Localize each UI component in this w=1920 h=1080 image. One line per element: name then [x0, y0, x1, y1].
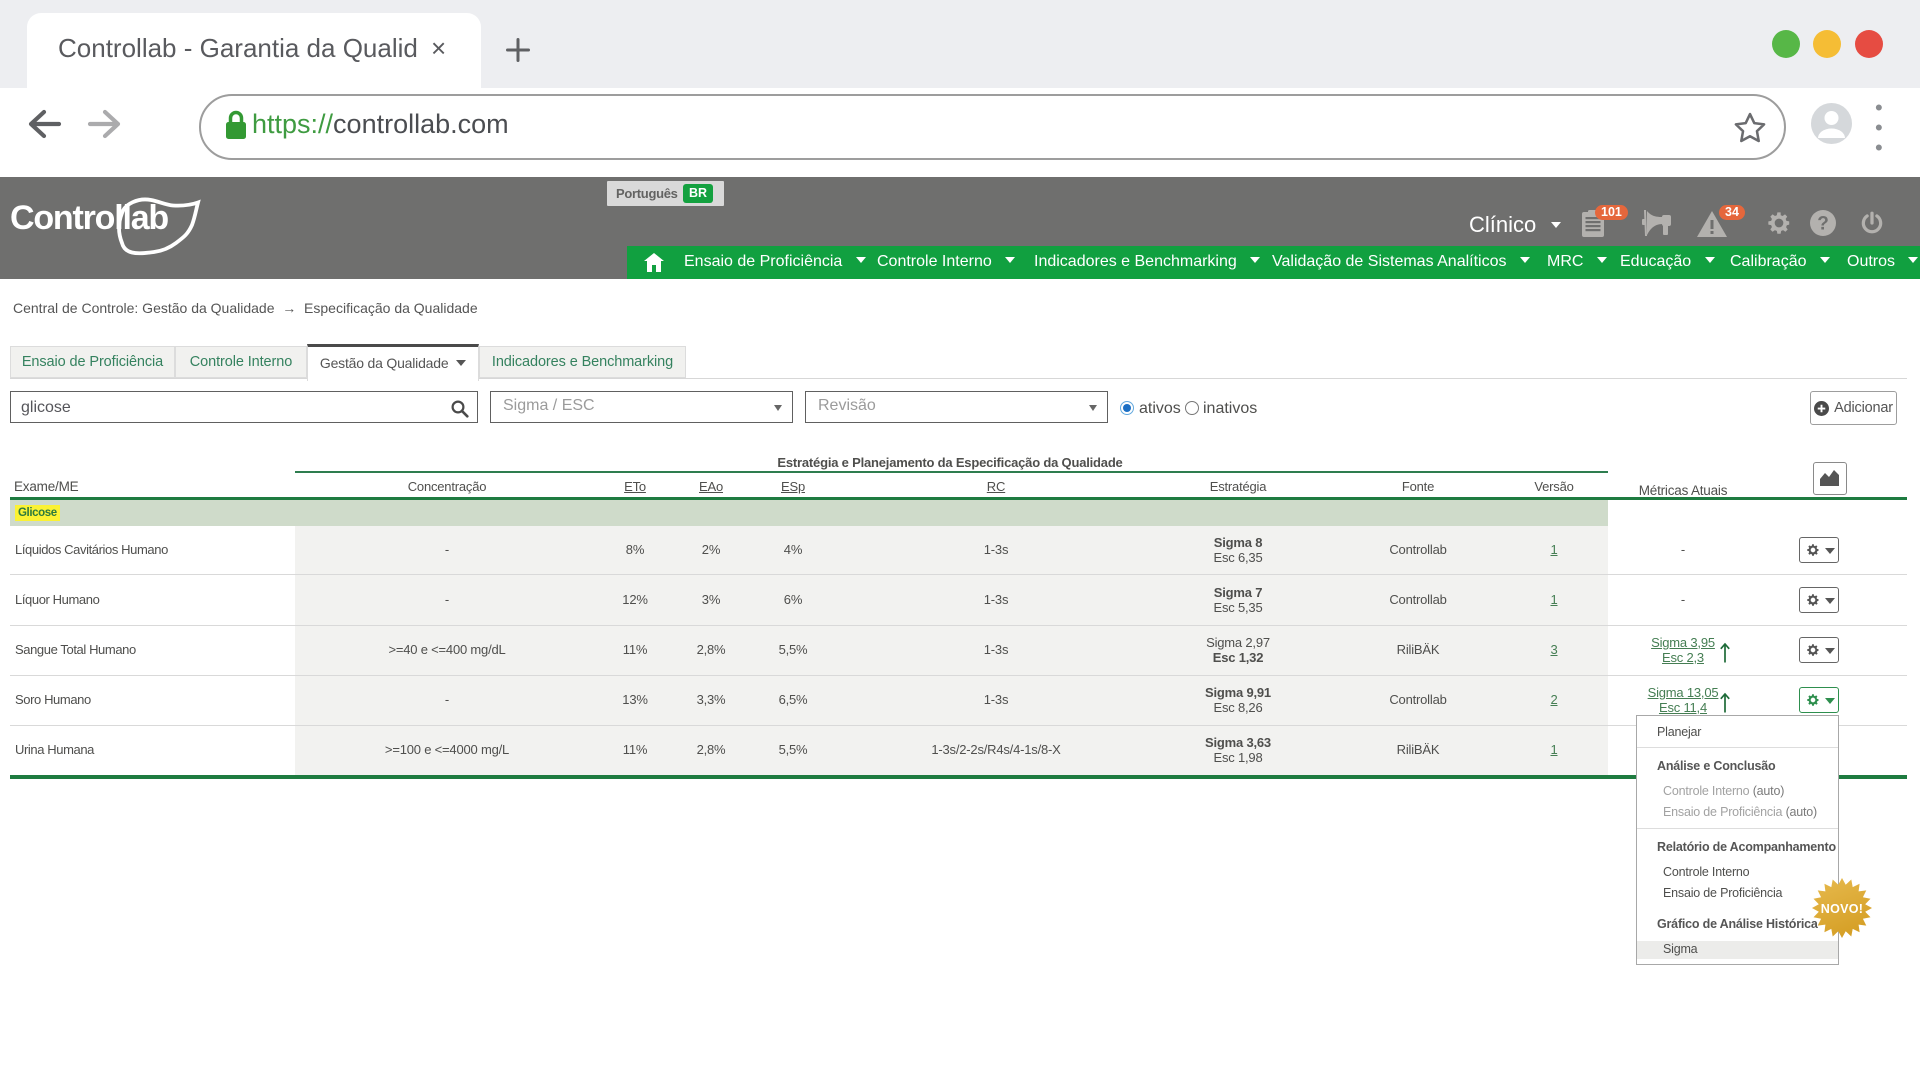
svg-text:?: ? — [1817, 214, 1829, 235]
svg-text:NOVO!: NOVO! — [1821, 902, 1863, 916]
